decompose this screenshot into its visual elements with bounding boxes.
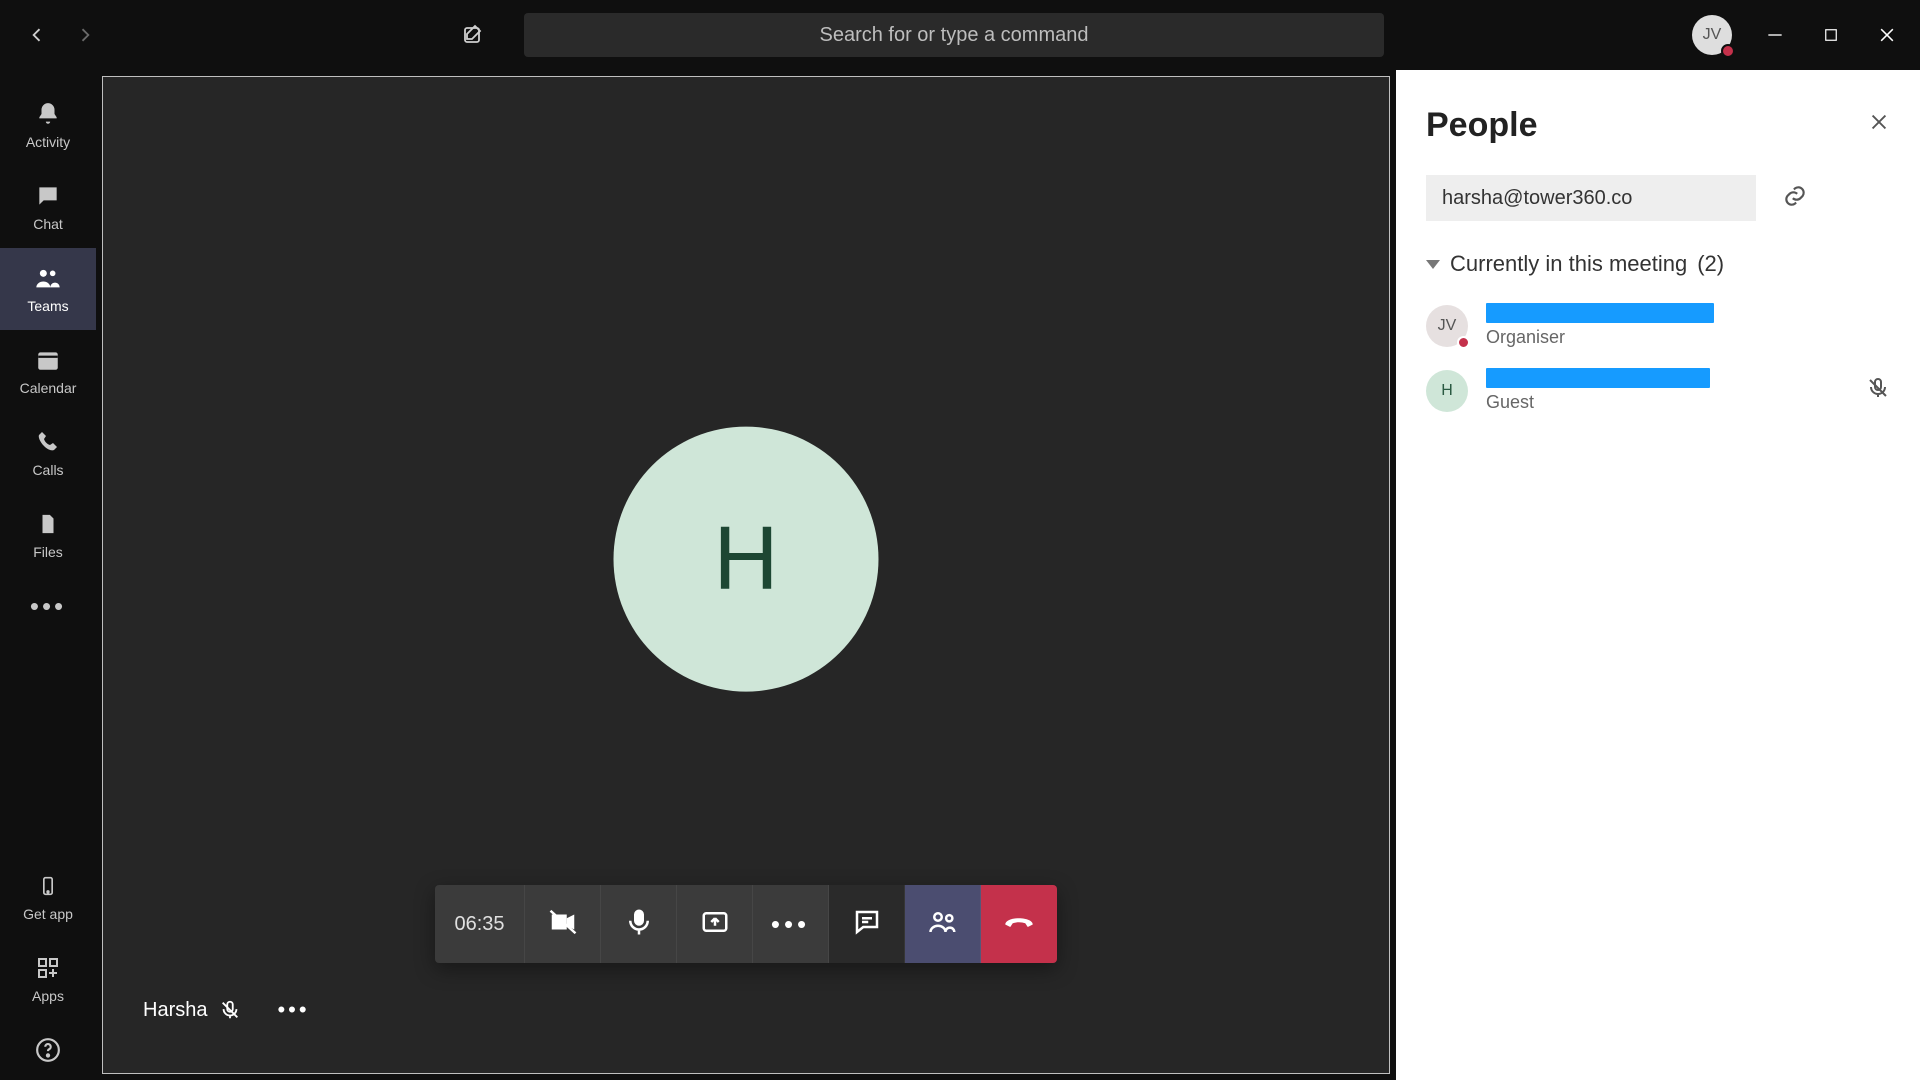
apps-icon	[34, 954, 62, 982]
participant-name-redacted	[1486, 303, 1714, 323]
mic-icon	[624, 907, 654, 942]
avatar-initial: H	[714, 508, 779, 611]
people-panel-title: People	[1426, 106, 1537, 145]
hang-up-icon	[1004, 907, 1034, 942]
presence-busy-icon	[1721, 44, 1735, 58]
copy-link-button[interactable]	[1782, 183, 1808, 214]
more-actions-button[interactable]: •••	[753, 885, 829, 963]
section-label: Currently in this meeting	[1450, 251, 1687, 277]
rail-item-calendar[interactable]: Calendar	[0, 330, 96, 412]
participant-more-button[interactable]: •••	[277, 997, 309, 1023]
participant-row[interactable]: JV Organiser	[1426, 293, 1890, 358]
search-placeholder: Search for or type a command	[819, 24, 1088, 47]
window-close-button[interactable]	[1874, 22, 1900, 48]
search-input[interactable]: Search for or type a command	[524, 13, 1384, 57]
camera-toggle-button[interactable]	[525, 885, 601, 963]
people-icon	[928, 907, 958, 942]
rail-label: Activity	[26, 134, 70, 150]
teams-icon	[34, 264, 62, 292]
participant-row[interactable]: H Guest	[1426, 358, 1890, 423]
camera-off-icon	[548, 907, 578, 942]
call-timer: 06:35	[435, 885, 525, 963]
rail-item-teams[interactable]: Teams	[0, 248, 96, 330]
show-participants-button[interactable]	[905, 885, 981, 963]
participant-role: Organiser	[1486, 327, 1714, 348]
presence-busy-icon	[1457, 336, 1470, 349]
rail-item-calls[interactable]: Calls	[0, 412, 96, 494]
bell-icon	[34, 100, 62, 128]
rail-label: Files	[33, 544, 63, 560]
share-icon	[700, 907, 730, 942]
participant-info: Guest	[1486, 368, 1710, 413]
files-icon	[34, 510, 62, 538]
participant-avatar: JV	[1426, 305, 1468, 347]
invite-input[interactable]	[1426, 175, 1756, 221]
section-count: (2)	[1697, 251, 1724, 277]
rail-label: Get app	[23, 906, 73, 922]
rail-label: Calls	[32, 462, 63, 478]
participant-name-redacted	[1486, 368, 1710, 388]
rail-item-chat[interactable]: Chat	[0, 166, 96, 248]
current-user-avatar[interactable]: JV	[1692, 15, 1732, 55]
participant-role: Guest	[1486, 392, 1710, 413]
window-minimize-button[interactable]	[1762, 22, 1788, 48]
participant-avatar: H	[1426, 370, 1468, 412]
avatar-initials: JV	[1703, 26, 1722, 44]
rail-item-getapp[interactable]: Get app	[0, 856, 96, 938]
compose-button[interactable]	[456, 18, 490, 52]
rail-label: Chat	[33, 216, 63, 232]
rail-item-activity[interactable]: Activity	[0, 84, 96, 166]
help-icon	[34, 1036, 62, 1064]
rail-label: Apps	[32, 988, 64, 1004]
rail-item-apps[interactable]: Apps	[0, 938, 96, 1020]
window-maximize-button[interactable]	[1818, 22, 1844, 48]
mic-muted-icon	[219, 999, 241, 1021]
participants-section-toggle[interactable]: Currently in this meeting (2)	[1426, 251, 1890, 277]
meeting-stage: H Harsha ••• 06:35	[102, 76, 1390, 1074]
share-screen-button[interactable]	[677, 885, 753, 963]
rail-item-files[interactable]: Files	[0, 494, 96, 576]
participant-info: Organiser	[1486, 303, 1714, 348]
caret-down-icon	[1426, 260, 1440, 269]
participant-avatar-large: H	[614, 427, 879, 692]
app-rail: Activity Chat Teams Calendar Calls	[0, 70, 96, 1080]
rail-item-help[interactable]	[0, 1020, 96, 1080]
phone-icon	[34, 428, 62, 456]
hang-up-button[interactable]	[981, 885, 1057, 963]
people-panel: People Currently in this meeting (2) JV O…	[1396, 70, 1920, 1080]
chat-bubble-icon	[852, 907, 882, 942]
rail-label: Teams	[27, 298, 68, 314]
rail-more-button[interactable]: •••	[0, 576, 96, 636]
call-control-bar: 06:35 •••	[435, 885, 1057, 963]
calendar-icon	[34, 346, 62, 374]
participant-label: Harsha •••	[143, 997, 310, 1023]
mic-muted-icon	[1866, 376, 1890, 405]
show-chat-button[interactable]	[829, 885, 905, 963]
chat-icon	[34, 182, 62, 210]
participant-name: Harsha	[143, 999, 207, 1022]
people-panel-close-button[interactable]	[1868, 111, 1890, 140]
mobile-icon	[34, 872, 62, 900]
rail-label: Calendar	[20, 380, 77, 396]
nav-back-button[interactable]	[20, 18, 54, 52]
mic-toggle-button[interactable]	[601, 885, 677, 963]
nav-forward-button[interactable]	[68, 18, 102, 52]
